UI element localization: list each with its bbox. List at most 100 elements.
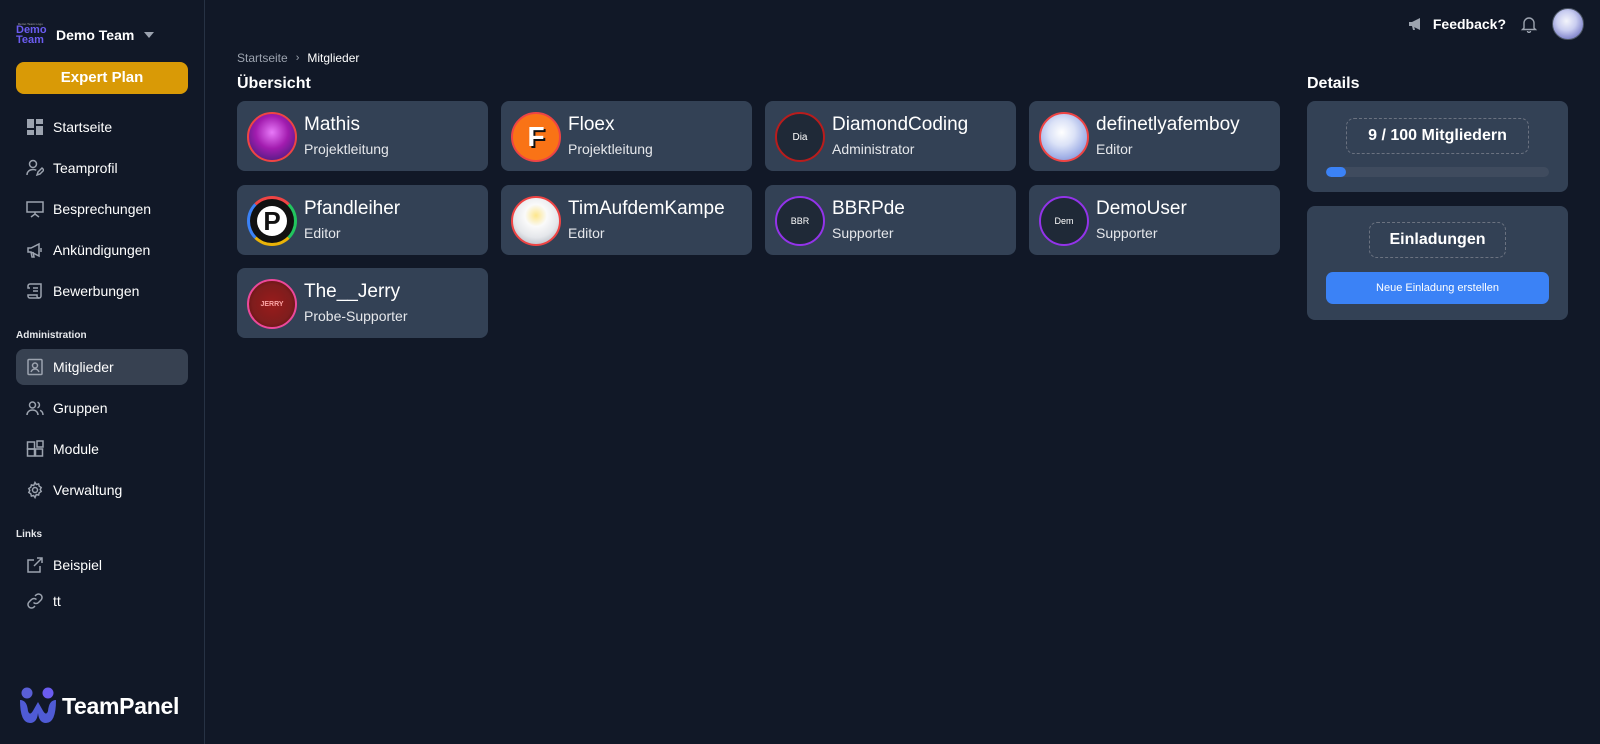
member-avatar: Dia — [775, 112, 825, 162]
overview-title: Übersicht — [237, 75, 311, 92]
member-name: DemoUser — [1096, 198, 1187, 219]
member-avatar: JERRY — [247, 279, 297, 329]
member-progress-fill — [1326, 167, 1347, 177]
member-name: Pfandleiher — [304, 198, 401, 219]
dashboard-icon — [26, 118, 44, 136]
link-icon — [26, 592, 44, 610]
member-avatar-text: BBR — [790, 216, 810, 226]
team-name: Demo Team — [56, 27, 135, 43]
member-name: The__Jerry — [304, 281, 401, 302]
users-icon — [26, 399, 44, 417]
invitations-panel: Einladungen Neue Einladung erstellen — [1307, 206, 1568, 320]
sidebar: Demo Team Logo Demo Team Demo Team Exper… — [0, 0, 205, 744]
member-avatar-text: Dia — [792, 131, 808, 143]
sidebar-item-label: tt — [53, 593, 61, 609]
megaphone-icon — [26, 241, 44, 259]
external-link-icon — [26, 556, 44, 574]
sidebar-link-beispiel[interactable]: Beispiel — [16, 547, 188, 583]
teampanel-logo-icon — [20, 687, 56, 723]
member-card[interactable]: BBR BBRPde Supporter — [765, 185, 1016, 255]
megaphone-icon — [1408, 18, 1420, 30]
id-card-icon — [26, 358, 44, 376]
create-invitation-button[interactable]: Neue Einladung erstellen — [1326, 272, 1549, 304]
presentation-icon — [26, 200, 44, 218]
member-count-panel: 9 / 100 Mitgliedern — [1307, 101, 1568, 192]
bell-icon[interactable] — [1520, 15, 1538, 33]
breadcrumb: Startseite › Mitglieder — [237, 51, 359, 65]
details-title: Details — [1307, 75, 1360, 92]
sidebar-item-bewerbungen[interactable]: Bewerbungen — [16, 273, 188, 309]
user-avatar[interactable] — [1552, 8, 1584, 40]
member-card[interactable]: JERRY The__Jerry Probe-Supporter — [237, 268, 488, 338]
member-name: Mathis — [304, 114, 360, 135]
member-role: Editor — [1096, 141, 1133, 157]
member-card[interactable]: P Pfandleiher Editor — [237, 185, 488, 255]
chevron-down-icon — [144, 32, 155, 38]
member-card[interactable]: Dem DemoUser Supporter — [1029, 185, 1280, 255]
sidebar-link-tt[interactable]: tt — [16, 583, 188, 619]
chevron-right-icon: › — [295, 52, 300, 64]
sidebar-item-gruppen[interactable]: Gruppen — [16, 390, 188, 426]
user-edit-icon — [26, 159, 44, 177]
sidebar-item-module[interactable]: Module — [16, 431, 188, 467]
breadcrumb-home-link[interactable]: Startseite — [237, 51, 288, 65]
member-card[interactable]: Dia DiamondCoding Administrator — [765, 101, 1016, 171]
breadcrumb-current: Mitglieder — [307, 51, 360, 65]
team-switcher[interactable]: Demo Team Logo Demo Team Demo Team — [16, 22, 196, 48]
sidebar-item-label: Teamprofil — [53, 160, 118, 176]
feedback-button[interactable]: Feedback? — [1407, 15, 1506, 33]
topbar: Feedback? — [1407, 6, 1584, 42]
member-name: Floex — [568, 114, 615, 135]
sidebar-item-label: Ankündigungen — [53, 242, 151, 258]
member-avatar — [1039, 112, 1089, 162]
sidebar-item-label: Bewerbungen — [53, 283, 140, 299]
section-label-links: Links — [16, 529, 43, 540]
member-role: Editor — [304, 225, 341, 241]
member-card[interactable]: Mathis Projektleitung — [237, 101, 488, 171]
sidebar-item-label: Verwaltung — [53, 482, 123, 498]
sidebar-item-label: Besprechungen — [53, 201, 152, 217]
expert-plan-button[interactable]: Expert Plan — [16, 62, 188, 94]
member-role: Administrator — [832, 141, 915, 157]
invitations-title: Einladungen — [1369, 222, 1506, 258]
member-role: Probe-Supporter — [304, 308, 408, 324]
member-avatar-text: JERRY — [260, 300, 284, 308]
section-label-administration: Administration — [16, 330, 87, 341]
member-progress-bar — [1326, 167, 1549, 177]
member-avatar-text: P — [257, 206, 287, 236]
sidebar-item-mitglieder[interactable]: Mitglieder — [16, 349, 188, 385]
sidebar-item-label: Gruppen — [53, 400, 108, 416]
sidebar-item-teamprofil[interactable]: Teamprofil — [16, 150, 188, 186]
member-name: BBRPde — [832, 198, 905, 219]
member-avatar — [511, 196, 561, 246]
member-role: Supporter — [832, 225, 894, 241]
sidebar-item-label: Mitglieder — [53, 359, 114, 375]
sidebar-item-label: Module — [53, 441, 99, 457]
sidebar-item-label: Beispiel — [53, 557, 103, 573]
teampanel-brand: TeamPanel — [18, 687, 179, 725]
sidebar-item-label: Startseite — [53, 119, 113, 135]
member-avatar: P — [247, 196, 297, 246]
member-role: Supporter — [1096, 225, 1158, 241]
modules-icon — [26, 440, 44, 458]
member-card[interactable]: F Floex Projektleitung — [501, 101, 752, 171]
member-card[interactable]: definetlyafemboy Editor — [1029, 101, 1280, 171]
member-avatar — [247, 112, 297, 162]
member-name: DiamondCoding — [832, 114, 969, 135]
team-logo: Demo Team Logo Demo Team — [16, 22, 48, 48]
feedback-label: Feedback? — [1432, 16, 1506, 32]
member-card[interactable]: TimAufdemKampe Editor — [501, 185, 752, 255]
member-role: Projektleitung — [304, 141, 389, 157]
member-name: definetlyafemboy — [1096, 114, 1240, 135]
member-avatar: BBR — [775, 196, 825, 246]
scroll-icon — [26, 282, 44, 300]
gear-icon — [26, 481, 44, 499]
sidebar-item-verwaltung[interactable]: Verwaltung — [16, 472, 188, 508]
member-count: 9 / 100 Mitgliedern — [1346, 118, 1529, 154]
sidebar-item-ankuendigungen[interactable]: Ankündigungen — [16, 232, 188, 268]
sidebar-item-startseite[interactable]: Startseite — [16, 109, 188, 145]
member-role: Projektleitung — [568, 141, 653, 157]
member-avatar: Dem — [1039, 196, 1089, 246]
sidebar-item-besprechungen[interactable]: Besprechungen — [16, 191, 188, 227]
member-role: Editor — [568, 225, 605, 241]
